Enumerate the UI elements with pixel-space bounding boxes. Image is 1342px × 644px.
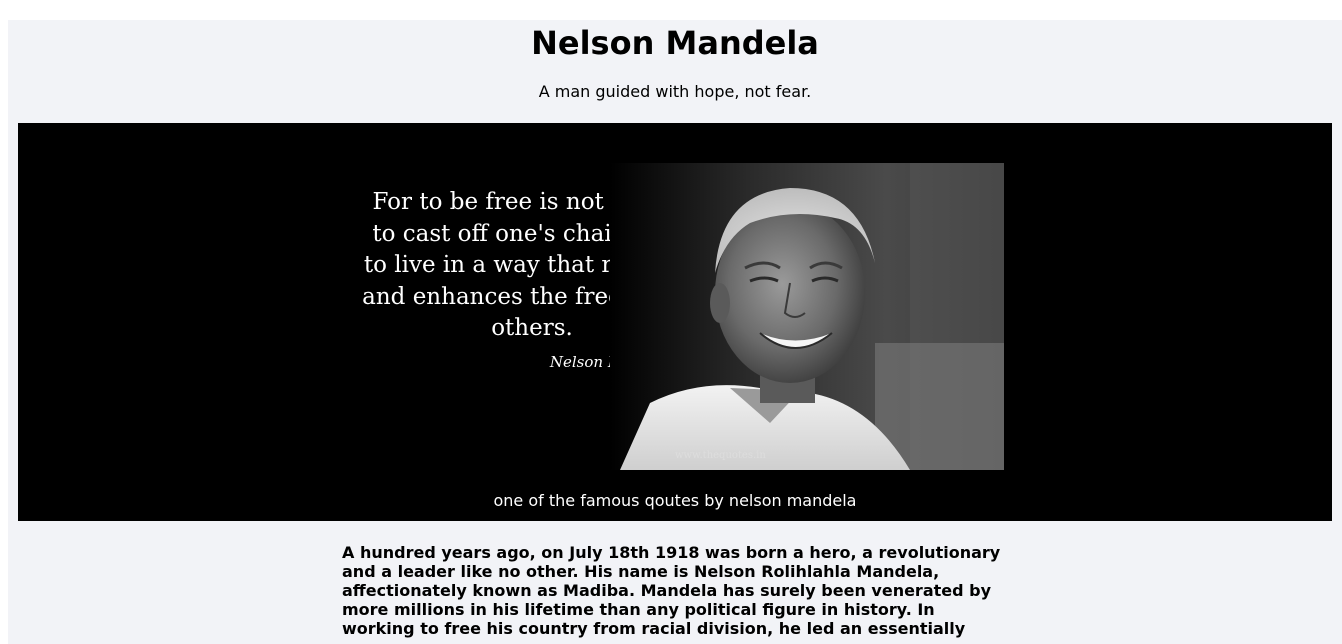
image-figure: For to be free is not merely to cast off… <box>18 123 1332 521</box>
quote-line: others. <box>491 315 573 341</box>
quote-image: For to be free is not merely to cast off… <box>360 163 1004 470</box>
page-title: Nelson Mandela <box>531 24 819 62</box>
watermark-text: www.thequotes.in <box>675 450 766 461</box>
portrait-photo <box>610 163 1004 470</box>
tribute-page: Nelson Mandela A man guided with hope, n… <box>8 20 1342 644</box>
image-caption: one of the famous qoutes by nelson mande… <box>493 491 857 510</box>
page-tagline: A man guided with hope, not fear. <box>538 82 812 101</box>
biography-text: A hundred years ago, on July 18th 1918 w… <box>342 543 1001 638</box>
